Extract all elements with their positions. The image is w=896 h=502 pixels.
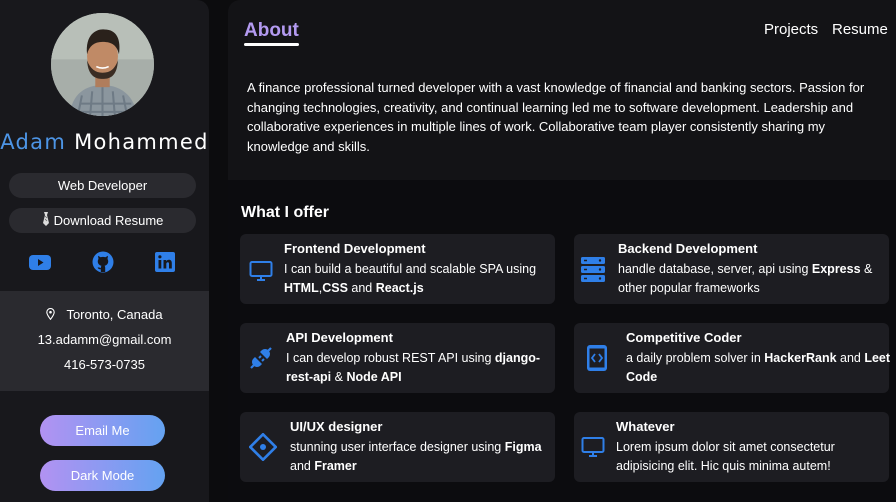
location-text: Toronto, Canada — [66, 307, 163, 322]
card-desc-highlight: CSS — [322, 281, 348, 295]
youtube-icon[interactable] — [28, 250, 52, 274]
download-resume-button[interactable]: Download Resume — [9, 208, 196, 233]
diamond-icon — [248, 432, 278, 462]
card-desc-text: stunning user interface designer using — [290, 440, 505, 454]
card-title: Backend Development — [618, 241, 758, 256]
tab-about[interactable]: About — [244, 20, 299, 42]
card-desc-text: and — [347, 281, 376, 295]
first-name: Adam — [0, 130, 67, 154]
card-desc-text: and — [836, 351, 865, 365]
location-pin-icon — [46, 307, 56, 323]
card-title: Competitive Coder — [626, 330, 742, 345]
card-desc-text: I can build a beautiful and scalable SPA… — [284, 262, 537, 276]
card-desc-highlight: Figma — [504, 440, 542, 454]
role-badge: Web Developer — [9, 173, 196, 198]
card-desc-highlight: Node API — [346, 370, 402, 384]
dark-mode-button[interactable]: Dark Mode — [40, 460, 165, 491]
card-title: UI/UX designer — [290, 419, 383, 434]
offer-title: What I offer — [241, 204, 329, 221]
card-desc: a daily problem solver in HackerRank and… — [626, 349, 891, 387]
card-desc: handle database, server, api using Expre… — [618, 260, 883, 298]
linkedin-icon[interactable] — [153, 250, 177, 274]
card-desc: I can develop robust REST API using djan… — [286, 349, 551, 387]
monitor-icon — [580, 434, 606, 460]
code-phone-icon — [584, 344, 610, 371]
active-tab-underline — [244, 43, 299, 46]
main-panel: About Projects Resume A finance professi… — [228, 0, 896, 502]
card-desc-highlight: React.js — [375, 281, 424, 295]
server-icon — [580, 256, 606, 282]
card-desc: I can build a beautiful and scalable SPA… — [284, 260, 549, 298]
tie-icon — [42, 212, 50, 229]
last-name: Mohammed — [74, 130, 209, 154]
card-desc-text: & — [331, 370, 347, 384]
profile-name: Adam Mohammed — [0, 130, 209, 154]
card-title: Frontend Development — [284, 241, 426, 256]
avatar — [51, 13, 154, 116]
card-desc-text: a daily problem solver in — [626, 351, 765, 365]
tab-projects[interactable]: Projects — [764, 21, 818, 38]
card-desc-text: handle database, server, api using — [618, 262, 812, 276]
email-text: 13.adamm@gmail.com — [37, 332, 172, 347]
card-desc: stunning user interface designer using F… — [290, 438, 555, 476]
github-icon[interactable] — [91, 250, 115, 274]
profile-sidebar: Adam Mohammed Web Developer Download Res… — [0, 0, 209, 502]
phone-text: 416-573-0735 — [64, 357, 145, 372]
offer-card: Competitive Coder a daily problem solver… — [574, 323, 891, 393]
download-label: Download Resume — [53, 213, 164, 228]
card-desc-text: and — [290, 459, 315, 473]
offer-card: Backend Development handle database, ser… — [574, 234, 889, 304]
portfolio-page: Adam Mohammed Web Developer Download Res… — [0, 0, 896, 502]
card-desc-highlight: Framer — [314, 459, 357, 473]
card-desc-highlight: HackerRank — [764, 351, 837, 365]
card-desc-text: Lorem ipsum dolor sit amet consectetur a… — [616, 440, 835, 473]
card-desc: Lorem ipsum dolor sit amet consectetur a… — [616, 438, 881, 476]
location-row: Toronto, Canada — [0, 307, 209, 323]
card-title: API Development — [286, 330, 393, 345]
tab-resume[interactable]: Resume — [832, 21, 888, 38]
card-desc-highlight: HTML — [284, 281, 319, 295]
email-me-button[interactable]: Email Me — [40, 415, 165, 446]
offer-card: API Development I can develop robust RES… — [240, 323, 555, 393]
offer-card: Whatever Lorem ipsum dolor sit amet cons… — [574, 412, 889, 482]
monitor-icon — [248, 258, 274, 284]
role-label: Web Developer — [57, 178, 148, 193]
social-links — [0, 250, 209, 276]
offer-card: UI/UX designer stunning user interface d… — [240, 412, 555, 482]
card-desc-text: I can develop robust REST API using — [286, 351, 495, 365]
about-intro: A finance professional turned developer … — [247, 80, 865, 154]
card-title: Whatever — [616, 419, 675, 434]
offer-card: Frontend Development I can build a beaut… — [240, 234, 555, 304]
contact-info: Toronto, Canada 13.adamm@gmail.com 416-5… — [0, 291, 209, 391]
plug-icon — [248, 345, 274, 371]
offer-section: What I offer Frontend Development I can … — [228, 180, 896, 502]
card-desc-highlight: Express — [811, 262, 861, 276]
